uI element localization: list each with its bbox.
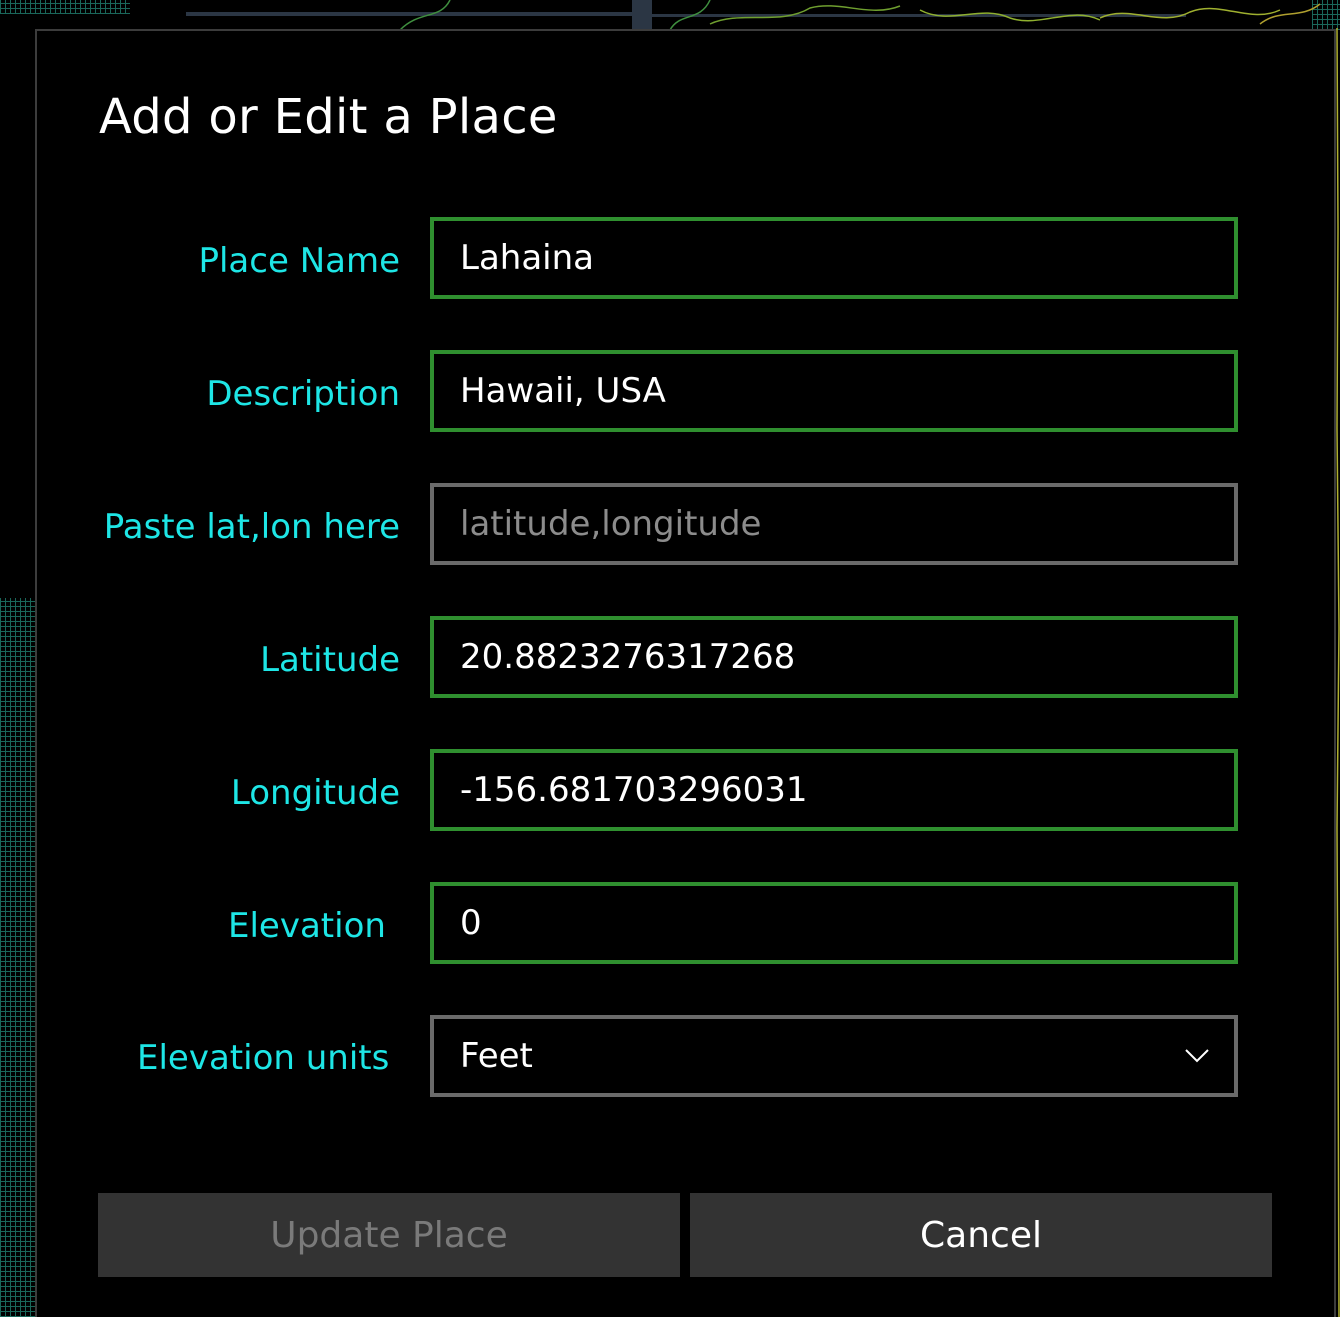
add-edit-place-dialog: Add or Edit a Place Place Name Descripti… [35,29,1336,1317]
elevation-label: Elevation [228,906,386,946]
cancel-button[interactable]: Cancel [690,1193,1272,1277]
longitude-field[interactable] [430,749,1238,831]
chevron-down-icon [1185,1049,1209,1063]
place-name-field[interactable] [430,217,1238,299]
paste-latlon-label: Paste lat,lon here [103,507,400,547]
description-field[interactable] [430,350,1238,432]
latitude-label: Latitude [260,640,400,680]
map-grid-fragment [0,0,130,14]
map-grid-fragment [0,598,38,1317]
paste-latlon-field[interactable] [430,483,1238,565]
elevation-units-label: Elevation units [137,1038,390,1078]
map-contour-lines [399,0,1321,31]
place-name-label: Place Name [198,241,400,281]
update-place-label: Update Place [270,1214,508,1256]
latitude-field[interactable] [430,616,1238,698]
elevation-field[interactable] [430,882,1238,964]
update-place-button[interactable]: Update Place [98,1193,680,1277]
cancel-label: Cancel [920,1214,1042,1256]
app-window: Add or Edit a Place Place Name Descripti… [0,0,1340,1317]
longitude-label: Longitude [230,773,400,813]
elevation-units-selected: Feet [460,1036,533,1076]
map-contour-edge [1336,28,1340,1317]
elevation-units-dropdown[interactable]: Feet [430,1015,1238,1097]
dialog-title: Add or Edit a Place [99,89,558,145]
description-label: Description [206,374,400,414]
